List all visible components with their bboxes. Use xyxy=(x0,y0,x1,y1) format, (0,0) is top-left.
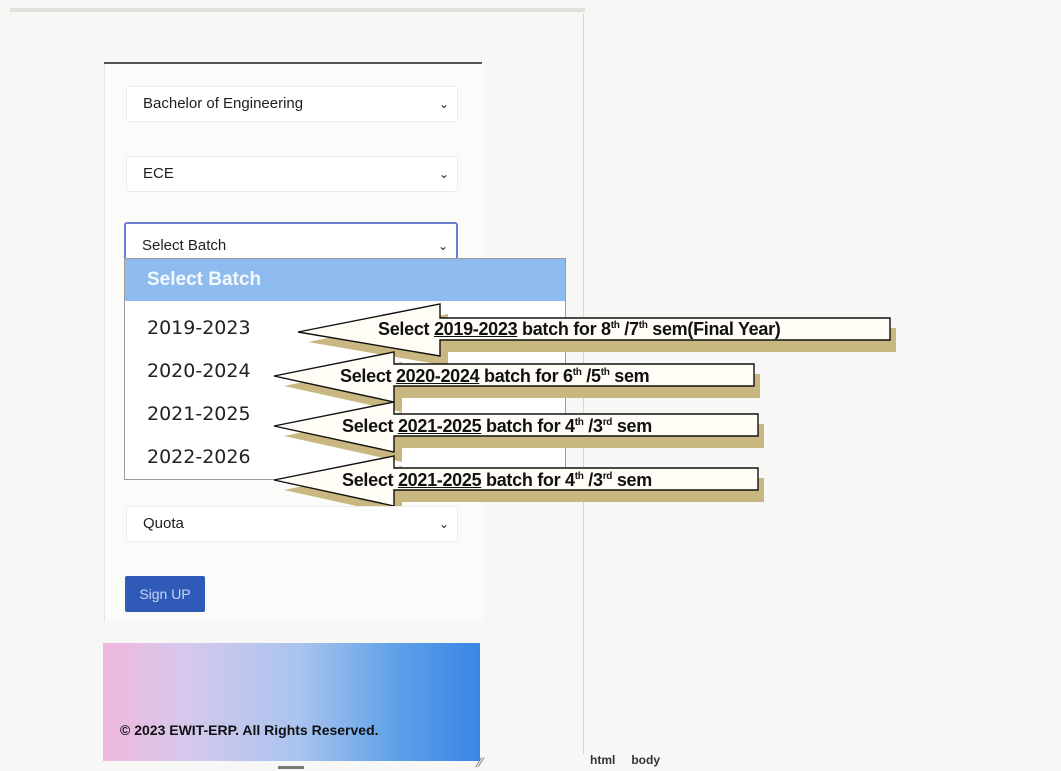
annotation-label-2: Select 2020-2024 batch for 6th /5th sem xyxy=(340,366,650,386)
dom-breadcrumb: html body xyxy=(590,753,676,767)
breadcrumb-html[interactable]: html xyxy=(590,753,615,767)
scroll-indicator xyxy=(278,766,304,769)
quota-select[interactable]: Quota ⌄ xyxy=(126,506,458,542)
annotation-label-4: Select 2021-2025 batch for 4th /3rd sem xyxy=(342,470,652,490)
footer-banner xyxy=(103,643,480,761)
quota-select-value: Quota xyxy=(143,515,184,532)
footer-copyright: © 2023 EWIT-ERP. All Rights Reserved. xyxy=(120,722,379,738)
resize-handle-icon[interactable]: ⁄⁄ xyxy=(478,754,483,770)
chevron-down-icon: ⌄ xyxy=(438,517,449,531)
annotation-label-3: Select 2021-2025 batch for 4th /3rd sem xyxy=(342,416,652,436)
signup-button[interactable]: Sign UP xyxy=(125,576,205,612)
breadcrumb-body[interactable]: body xyxy=(631,753,660,767)
annotation-label-1: Select 2019-2023 batch for 8th /7th sem(… xyxy=(378,319,781,339)
